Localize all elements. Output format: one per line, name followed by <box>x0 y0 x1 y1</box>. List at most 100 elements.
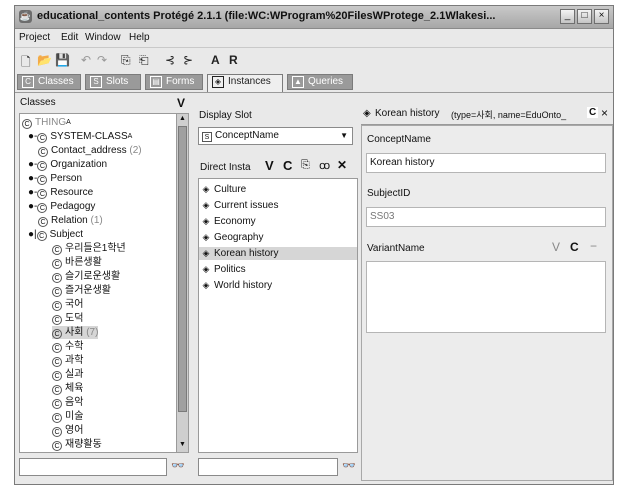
tree-item-subject-child[interactable]: C 즐거운생활 <box>52 284 111 297</box>
class-icon: C <box>52 357 62 367</box>
title-bar[interactable]: ☕ educational_contents Protégé 2.1.1 (fi… <box>15 6 613 29</box>
tree-item-person[interactable]: ●- C Person <box>28 172 82 185</box>
open-project-icon[interactable]: 📂 <box>37 53 52 67</box>
tree-item-subject-child[interactable]: C 과학 <box>52 354 83 367</box>
scroll-up-arrow[interactable]: ▲ <box>177 114 188 124</box>
instance-search-input[interactable] <box>198 458 338 476</box>
class-icon: C <box>52 259 62 269</box>
instance-search-icon[interactable]: 👓 <box>342 459 356 472</box>
class-search-icon[interactable]: 👓 <box>171 459 185 472</box>
tree-item-subject-child-selected[interactable]: C 사회 (7) <box>52 326 99 339</box>
instance-icon: ◈ <box>202 184 210 194</box>
tree-item-label: 과학 <box>65 355 84 366</box>
variant-create-button[interactable]: C <box>570 240 579 254</box>
tree-item-label: 미술 <box>65 411 84 422</box>
tree-item-relation[interactable]: C Relation (1) <box>38 214 103 227</box>
form-close-icon[interactable]: × <box>601 106 608 120</box>
class-icon: C <box>37 133 48 143</box>
menu-project[interactable]: Project <box>19 32 50 43</box>
tree-item-subject[interactable]: ●| C Subject <box>28 228 83 241</box>
minimize-button[interactable]: _ <box>560 9 575 24</box>
class-icon: C <box>52 427 62 437</box>
menu-help[interactable]: Help <box>129 32 150 43</box>
protege-window: ☕ educational_contents Protégé 2.1.1 (fi… <box>14 5 614 485</box>
tree-item-subject-child[interactable]: C 국어 <box>52 298 83 311</box>
maximize-button[interactable]: □ <box>577 9 592 24</box>
scroll-thumb[interactable] <box>178 126 187 412</box>
r-button[interactable]: R <box>229 53 238 67</box>
copy-instance-icon[interactable]: ⎘ <box>301 159 310 172</box>
tree-item-system-class[interactable]: ●- C SYSTEM-CLASSA <box>28 130 132 143</box>
close-button[interactable]: × <box>594 9 609 24</box>
instance-item[interactable]: ◈ Politics <box>201 263 246 276</box>
tab-slots[interactable]: S Slots <box>85 74 141 90</box>
subject-id-field[interactable]: SS03 <box>366 207 606 227</box>
tree-item-subject-child[interactable]: C 영어 <box>52 424 83 437</box>
instance-item[interactable]: ◈ Current issues <box>201 199 279 212</box>
form-create-button[interactable]: C <box>587 107 599 118</box>
delete-instance-icon[interactable]: ✕ <box>337 158 347 172</box>
class-icon: C <box>52 413 62 423</box>
tab-queries[interactable]: ▲ Queries <box>287 74 353 90</box>
instance-icon: ◈ <box>202 248 210 258</box>
tree-item-pedagogy[interactable]: ●- C Pedagogy <box>28 200 95 213</box>
tree-item-subject-child[interactable]: C 체육 <box>52 382 83 395</box>
abstract-mark: A <box>127 133 133 140</box>
instance-label: Geography <box>214 232 264 243</box>
tool1-icon[interactable]: ⊰ <box>165 53 175 67</box>
tree-item-subject-child[interactable]: C 우리들은1학년 <box>52 242 126 255</box>
redo-icon[interactable]: ↷ <box>97 53 107 67</box>
tab-classes[interactable]: C Classes <box>17 74 81 90</box>
variant-remove-button[interactable]: − <box>590 239 597 253</box>
tree-item-subject-child[interactable]: C 바른생활 <box>52 256 102 269</box>
classes-view-button[interactable]: V <box>177 94 185 112</box>
scroll-down-arrow[interactable]: ▼ <box>177 440 188 450</box>
menu-window[interactable]: Window <box>85 32 121 43</box>
tree-item-label: Organization <box>50 159 108 170</box>
tool2-icon[interactable]: ⊱ <box>183 53 193 67</box>
form-instance-name: Korean history <box>375 108 440 119</box>
instance-item[interactable]: ◈ World history <box>201 279 273 292</box>
instance-item[interactable]: ◈ Geography <box>201 231 264 244</box>
tree-item-organization[interactable]: ●- C Organization <box>28 158 107 171</box>
menu-edit[interactable]: Edit <box>61 32 78 43</box>
a-button[interactable]: A <box>211 53 220 67</box>
chevron-down-icon[interactable]: ▼ <box>340 128 348 144</box>
display-slot-select[interactable]: S ConceptName ▼ <box>198 127 353 145</box>
tree-item-subject-child[interactable]: C 슬기로운생활 <box>52 270 120 283</box>
tree-item-subject-child[interactable]: C 수학 <box>52 340 83 353</box>
class-tree-scrollbar[interactable]: ▲ ▼ <box>176 114 188 452</box>
instance-item[interactable]: ◈ Economy <box>201 215 256 228</box>
instance-icon: ◈ <box>363 108 371 119</box>
tree-item-subject-child[interactable]: C 미술 <box>52 410 83 423</box>
variant-name-list[interactable] <box>366 261 606 333</box>
tree-item-subject-child[interactable]: C 실과 <box>52 368 83 381</box>
class-tree[interactable]: C THINGA ●- C SYSTEM-CLASSA C Contact_addres… <box>19 113 189 453</box>
tree-item-subject-child[interactable]: C 음악 <box>52 396 83 409</box>
create-instance-button[interactable]: C <box>283 158 292 173</box>
app-icon: ☕ <box>19 10 32 23</box>
class-search-input[interactable] <box>19 458 167 476</box>
class-icon: C <box>52 273 62 283</box>
tree-item-resource[interactable]: ●- C Resource <box>28 186 93 199</box>
variant-view-button[interactable]: V <box>552 240 560 254</box>
tab-instances[interactable]: ◈ Instances <box>207 74 283 92</box>
copy-icon[interactable]: ⎘ <box>121 53 131 68</box>
tree-item-contact-address[interactable]: C Contact_address (2) <box>38 144 142 157</box>
tab-forms[interactable]: ▤ Forms <box>145 74 203 90</box>
tree-item-subject-child[interactable]: C 재량활동 <box>52 438 102 451</box>
class-icon: C <box>36 231 47 241</box>
instance-item[interactable]: ◈ Culture <box>201 183 247 196</box>
paste-icon[interactable]: ⎗ <box>139 53 149 68</box>
view-instance-button[interactable]: V <box>265 158 274 173</box>
save-project-icon[interactable]: 💾 <box>55 53 70 67</box>
instance-item-selected[interactable]: ◈ Korean history <box>199 247 357 260</box>
concept-name-field[interactable]: Korean history <box>366 153 606 173</box>
references-icon[interactable]: ꝏ <box>319 159 330 172</box>
undo-icon[interactable]: ↶ <box>81 53 91 67</box>
concept-name-label: ConceptName <box>367 134 431 145</box>
new-project-icon[interactable]: 🗋 <box>21 53 31 74</box>
instance-list[interactable]: ◈ Culture ◈ Current issues ◈ Economy ◈ Geogr… <box>198 178 358 453</box>
tree-item-thing[interactable]: C THINGA <box>22 116 71 129</box>
tree-item-subject-child[interactable]: C 도덕 <box>52 312 83 325</box>
